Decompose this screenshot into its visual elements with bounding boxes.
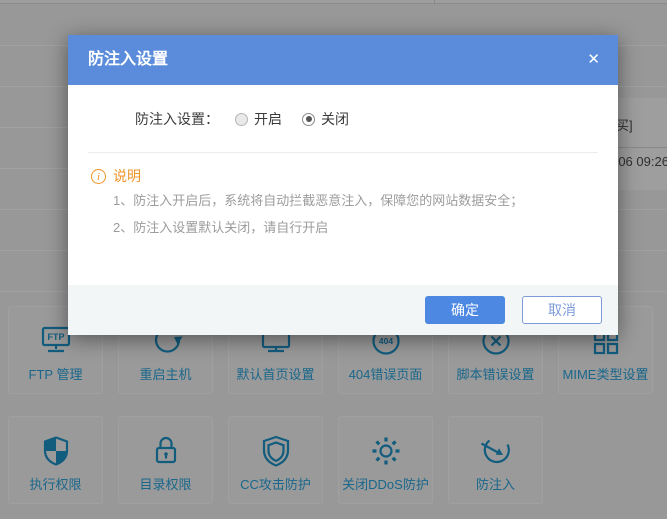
info-icon: i <box>91 169 106 184</box>
note-item-2: 2、防注入设置默认关闭，请自行开启 <box>113 218 523 238</box>
radio-icon-selected[interactable] <box>302 113 315 126</box>
radio-option-off[interactable]: 关闭 <box>302 109 349 129</box>
dialog-footer: 确定 取消 <box>68 285 618 335</box>
close-icon[interactable]: ✕ <box>587 35 600 85</box>
radio-icon-unselected[interactable] <box>235 113 248 126</box>
confirm-button[interactable]: 确定 <box>425 296 505 324</box>
cancel-button[interactable]: 取消 <box>522 296 602 324</box>
anti-injection-dialog: 防注入设置 ✕ 防注入设置： 开启 关闭 i 说明 1、防注入开启后，系统将自动… <box>68 35 618 335</box>
divider <box>88 152 598 153</box>
radio-option-on[interactable]: 开启 <box>235 109 282 129</box>
note-title: 说明 <box>113 166 141 186</box>
dialog-title: 防注入设置 <box>88 35 168 85</box>
note-items: 1、防注入开启后，系统将自动拦截恶意注入，保障您的网站数据安全； 2、防注入设置… <box>113 191 523 245</box>
field-label: 防注入设置： <box>135 109 219 129</box>
anti-injection-setting-row: 防注入设置： 开启 关闭 <box>135 109 369 129</box>
radio-label-on: 开启 <box>254 109 282 129</box>
screen: 买] -06 09:26 FTP FTP 管理 重启主机 默认首页设置 404 … <box>0 0 667 519</box>
dialog-header: 防注入设置 ✕ <box>68 35 618 85</box>
note-header: i 说明 <box>91 166 141 186</box>
note-item-1: 1、防注入开启后，系统将自动拦截恶意注入，保障您的网站数据安全； <box>113 191 523 211</box>
radio-label-off: 关闭 <box>321 109 349 129</box>
